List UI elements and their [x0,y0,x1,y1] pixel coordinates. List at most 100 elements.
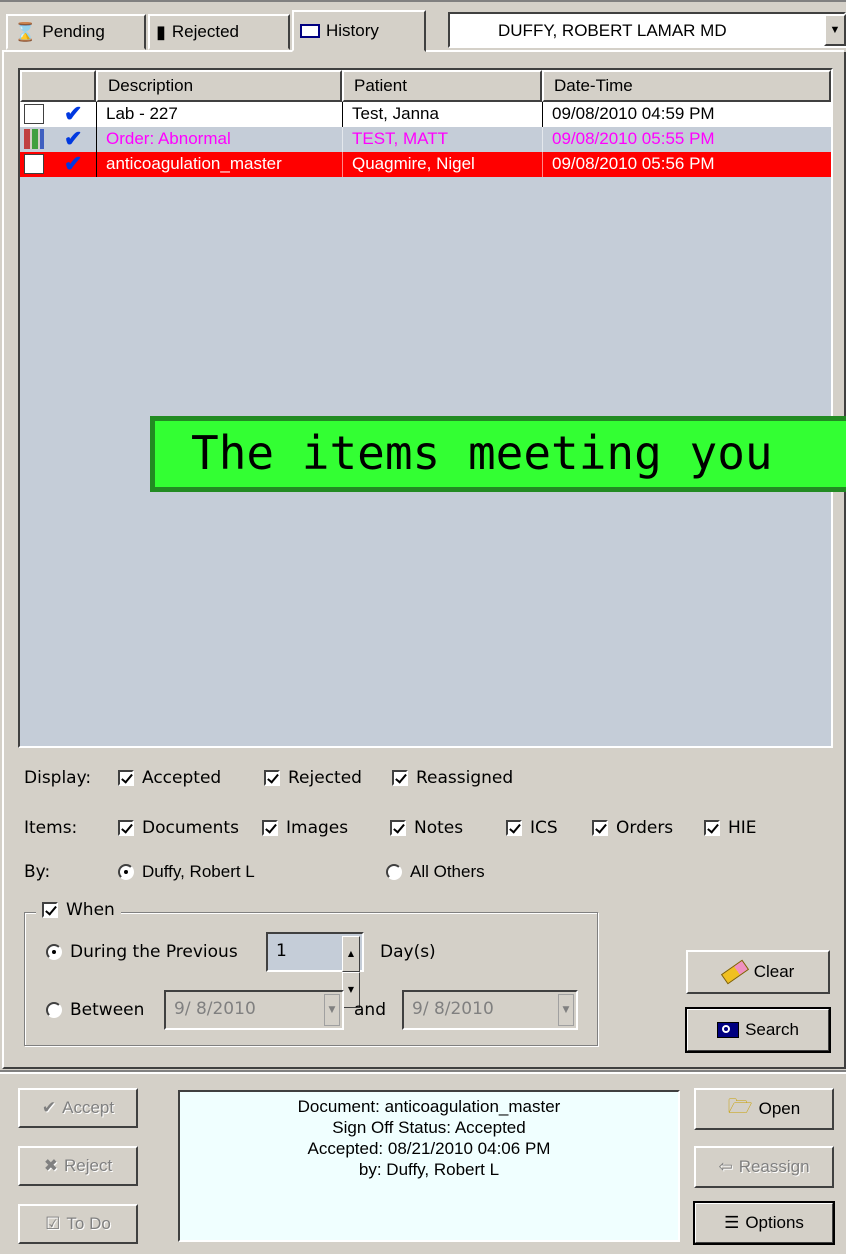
items-orders-checkbox[interactable]: Orders [592,818,673,838]
column-separator [542,127,543,152]
radio-unselected-icon [386,864,402,880]
display-accepted-checkbox[interactable]: Accepted [118,768,221,788]
checkmark-icon: ✔ [41,1098,57,1117]
radio-unselected-icon [46,1002,62,1018]
items-notes-checkbox[interactable]: Notes [390,818,463,838]
by-label: By: [24,862,51,882]
status-accepted: Accepted: 08/21/2010 04:06 PM [307,1139,551,1158]
checkbox-checked-icon [118,770,134,786]
checkmark-icon: ✔ [64,126,83,151]
top-border [0,0,846,2]
display-accepted-label: Accepted [142,768,222,788]
tab-history[interactable]: History [292,10,426,52]
reject-button[interactable]: ✖ Reject [18,1146,138,1186]
checkbox-checked-icon [390,820,406,836]
accept-button[interactable]: ✔ Accept [18,1088,138,1128]
when-checkbox[interactable]: When [36,900,121,920]
status-document: Document: anticoagulation_master [297,1097,561,1116]
column-header-datetime[interactable]: Date-Time [542,70,831,102]
arrow-left-icon: ⇦ [718,1157,733,1176]
between-from-date[interactable]: 9/ 8/2010 ▼ [164,990,344,1030]
table-row[interactable]: ✔ Lab - 227 Test, Janna 09/08/2010 04:59 PM [20,101,831,127]
items-images-checkbox[interactable]: Images [262,818,348,838]
chevron-down-icon[interactable]: ▼ [558,994,574,1026]
column-separator [342,102,343,127]
search-button-label: Search [745,1020,799,1039]
items-notes-label: Notes [414,818,464,838]
reassign-button-label: Reassign [738,1157,810,1176]
clear-button[interactable]: Clear [686,950,830,994]
hourglass-icon: ⌛ [14,21,37,42]
display-reassigned-checkbox[interactable]: Reassigned [392,768,513,788]
by-others-radio[interactable]: All Others [386,862,485,882]
column-header-description[interactable]: Description [96,70,342,102]
open-button[interactable]: 🗁 Open [694,1088,834,1130]
during-previous-label: During the Previous [70,942,238,962]
items-documents-label: Documents [142,818,239,838]
column-separator [96,102,97,127]
checkbox-checked-icon [262,820,278,836]
checkmark-icon: ✔ [64,151,83,176]
x-icon: ✖ [43,1156,59,1175]
tab-pending[interactable]: ⌛ Pending [6,14,146,50]
open-button-label: Open [758,1099,801,1118]
reassign-button[interactable]: ⇦ Reassign [694,1146,834,1188]
search-button[interactable]: Search [685,1007,831,1053]
days-spinner-value: 1 [276,941,287,961]
todo-icon: ☑ [45,1214,61,1233]
items-images-label: Images [286,818,349,838]
cell-description: Lab - 227 [106,104,178,123]
column-header-icons[interactable] [20,70,96,102]
column-separator [96,127,97,152]
lab-report-icon [24,104,44,124]
tab-rejected[interactable]: ▮ Rejected [148,14,290,50]
display-reassigned-label: Reassigned [416,768,514,788]
column-separator [342,127,343,152]
chevron-down-icon[interactable]: ▼ [824,14,846,46]
days-spinner[interactable]: 1 ▲ ▼ [266,932,364,1008]
eraser-icon [720,959,749,985]
column-separator [96,152,97,177]
tab-pending-label: Pending [42,22,105,41]
between-to-date[interactable]: 9/ 8/2010 ▼ [402,990,578,1030]
items-hie-checkbox[interactable]: HIE [704,818,757,838]
cell-description: Order: Abnormal [106,129,231,148]
between-from-value: 9/ 8/2010 [174,999,256,1019]
todo-button[interactable]: ☑ To Do [18,1204,138,1244]
radio-selected-icon [46,944,62,960]
cell-patient: Test, Janna [352,104,439,123]
provider-select[interactable]: DUFFY, ROBERT LAMAR MD ▼ [448,12,846,48]
status-by: by: Duffy, Robert L [358,1160,500,1179]
table-row[interactable]: ✔ Order: Abnormal TEST, MATT 09/08/2010 05:… [20,126,831,152]
options-button[interactable]: ☰ Options [693,1201,835,1245]
table-row[interactable]: ✔ anticoagulation_master Quagmire, Nigel 09… [20,151,831,177]
spinner-buttons[interactable]: ▲ ▼ [342,936,360,1008]
sign-off-status-panel: Document: anticoagulation_master Sign Of… [178,1090,680,1242]
cell-datetime: 09/08/2010 05:55 PM [552,129,715,148]
items-hie-label: HIE [728,818,757,838]
spinner-up-icon[interactable]: ▲ [342,936,360,972]
items-ics-label: ICS [530,818,558,838]
display-rejected-checkbox[interactable]: Rejected [264,768,362,788]
checkbox-checked-icon [42,902,58,918]
todo-button-label: To Do [66,1214,111,1233]
folder-open-icon: 🗁 [727,1096,753,1118]
bottom-divider-highlight [0,1072,846,1074]
checkbox-checked-icon [264,770,280,786]
column-header-patient[interactable]: Patient [342,70,542,102]
by-self-radio[interactable]: Duffy, Robert L [118,862,255,882]
radio-selected-icon [118,864,134,880]
chevron-down-icon[interactable]: ▼ [324,994,340,1026]
items-documents-checkbox[interactable]: Documents [118,818,239,838]
display-rejected-label: Rejected [288,768,362,788]
during-previous-radio[interactable]: During the Previous [46,942,238,962]
options-list-icon: ☰ [724,1213,740,1232]
options-button-label: Options [745,1213,804,1232]
clear-button-label: Clear [753,962,795,981]
tab-history-label: History [326,21,379,40]
between-radio[interactable]: Between [46,1000,144,1020]
items-ics-checkbox[interactable]: ICS [506,818,558,838]
reject-button-label: Reject [64,1156,113,1175]
history-list[interactable]: Description Patient Date-Time ✔ Lab - 227… [18,68,833,748]
rejected-icon: ▮ [156,21,166,42]
